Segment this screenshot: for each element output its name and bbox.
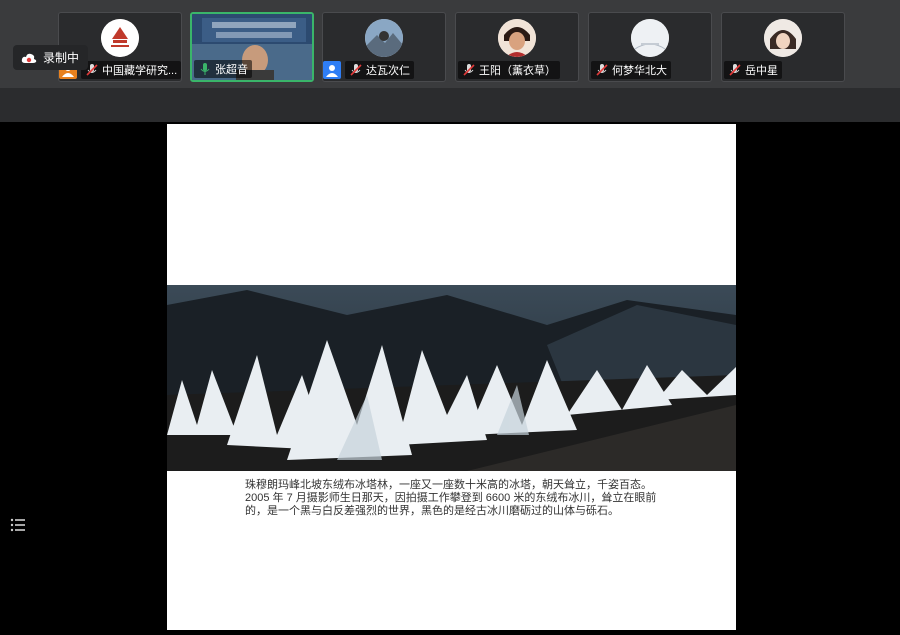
person-icon <box>323 61 341 79</box>
shared-screen: 珠穆朗玛峰北坡东绒布冰塔林，一座又一座数十米高的冰塔，朝天耸立，千姿百态。200… <box>167 124 736 630</box>
mic-active-icon <box>198 62 212 76</box>
name-label: 王阳（薰衣草） <box>458 61 560 79</box>
participant-tile[interactable]: 何梦华北大 <box>588 12 712 82</box>
mic-muted-icon <box>595 63 609 77</box>
list-menu-button[interactable] <box>9 516 27 534</box>
participant-name: 王阳（薰衣草） <box>479 65 556 77</box>
avatar-image <box>365 19 403 57</box>
participant-name: 岳中星 <box>745 65 778 77</box>
glacier-photo <box>167 285 736 471</box>
participant-strip: 中国藏学研究... 张超音 达瓦次仁 王阳（薰衣草） 何梦华北大 岳中星 录制中 <box>0 0 900 88</box>
list-icon <box>10 518 25 532</box>
participant-tile[interactable]: 岳中星 <box>721 12 845 82</box>
participant-name: 何梦华北大 <box>612 65 667 77</box>
recording-indicator[interactable]: 录制中 <box>13 45 88 70</box>
mic-muted-icon <box>462 63 476 77</box>
name-label: 张超音 <box>194 60 252 78</box>
avatar <box>631 19 669 57</box>
institution-logo-icon <box>101 19 139 57</box>
name-label: 岳中星 <box>724 61 782 79</box>
participant-name: 中国藏学研究... <box>102 65 178 77</box>
avatar-image <box>631 19 669 57</box>
avatar <box>365 19 403 57</box>
mic-muted-icon <box>728 63 742 77</box>
participant-name: 张超音 <box>215 64 248 76</box>
glacier-image <box>167 285 736 471</box>
avatar <box>764 19 802 57</box>
name-label: 中国藏学研究... <box>81 61 181 79</box>
avatar <box>101 19 139 57</box>
toolbar-strip <box>0 88 900 122</box>
slide-caption: 珠穆朗玛峰北坡东绒布冰塔林，一座又一座数十米高的冰塔，朝天耸立，千姿百态。200… <box>245 479 657 517</box>
mic-muted-icon <box>349 63 363 77</box>
cloud-record-icon <box>21 53 37 63</box>
recording-label: 录制中 <box>43 51 80 65</box>
participant-tile[interactable]: 达瓦次仁 <box>322 12 446 82</box>
participant-tile[interactable]: 王阳（薰衣草） <box>455 12 579 82</box>
avatar-image <box>498 19 536 57</box>
avatar-image <box>764 19 802 57</box>
avatar <box>498 19 536 57</box>
name-label: 何梦华北大 <box>591 61 671 79</box>
name-label: 达瓦次仁 <box>345 61 414 79</box>
participant-name: 达瓦次仁 <box>366 65 410 77</box>
participant-tile-active[interactable]: 张超音 <box>190 12 314 82</box>
